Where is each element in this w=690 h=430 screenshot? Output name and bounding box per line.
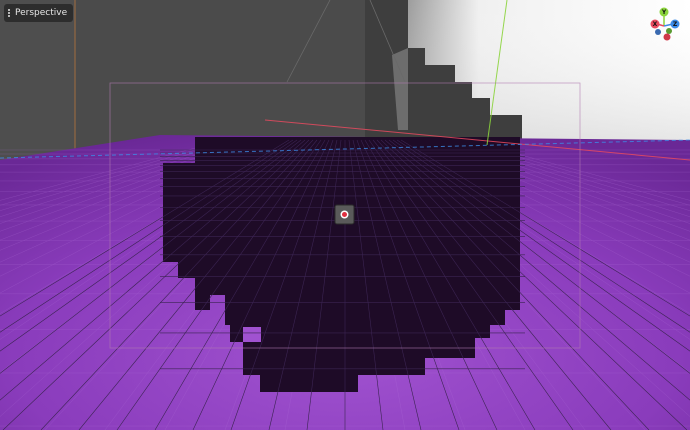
gizmo-x-axis[interactable]: X bbox=[650, 19, 660, 29]
gizmo-neg-y[interactable] bbox=[666, 28, 672, 34]
svg-text:Z: Z bbox=[673, 21, 678, 28]
svg-text:X: X bbox=[653, 21, 658, 28]
kebab-menu-icon bbox=[8, 9, 11, 17]
gizmo-neg-z[interactable] bbox=[655, 29, 661, 35]
scene-render[interactable] bbox=[0, 0, 690, 430]
gizmo-y-axis[interactable]: Y bbox=[659, 7, 669, 17]
3d-viewport[interactable]: Perspective Y Z X bbox=[0, 0, 690, 430]
view-menu-label: Perspective bbox=[15, 8, 68, 18]
gizmo-z-axis[interactable]: Z bbox=[670, 19, 680, 29]
gizmo-neg-x[interactable] bbox=[663, 33, 671, 41]
floor-notch bbox=[243, 327, 261, 342]
light-gizmo[interactable] bbox=[334, 204, 355, 225]
orientation-gizmo[interactable]: Y Z X bbox=[644, 6, 684, 46]
view-menu-button[interactable]: Perspective bbox=[4, 4, 74, 22]
svg-text:Y: Y bbox=[661, 9, 667, 16]
